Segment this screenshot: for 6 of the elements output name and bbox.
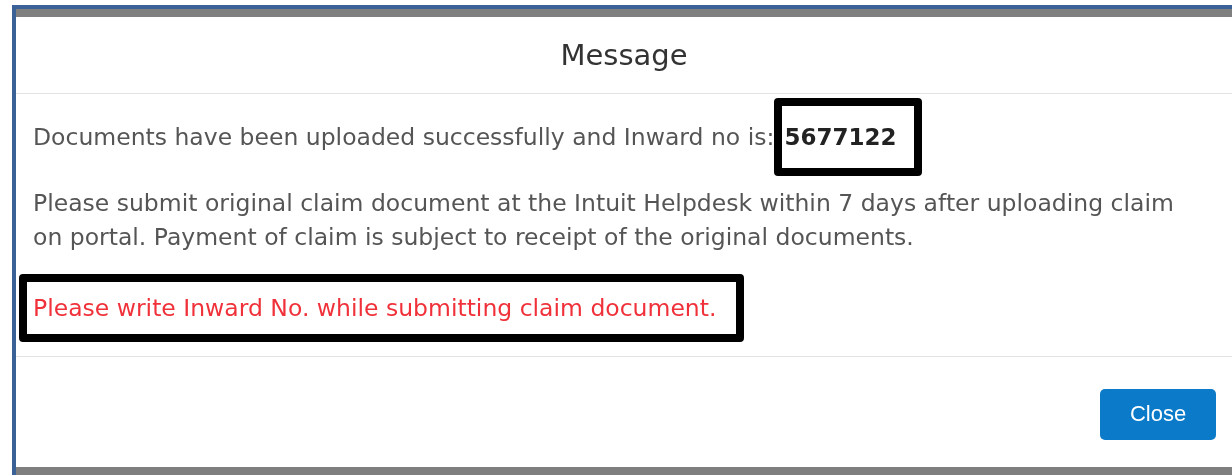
info-message: Please submit original claim document at the Intuit Helpdesk within 7 days after uploading claim on portal. Payment of claim is subject to receipt of the original documents. xyxy=(33,188,1175,253)
success-message: Documents have been uploaded successfully and Inward no is: xyxy=(33,122,775,153)
close-button[interactable]: Close xyxy=(1100,388,1216,440)
inward-number: 5677122 xyxy=(784,124,897,150)
warning-message: Please write Inward No. while submitting claim document. xyxy=(33,293,717,324)
dialog-title: Message xyxy=(560,38,688,72)
